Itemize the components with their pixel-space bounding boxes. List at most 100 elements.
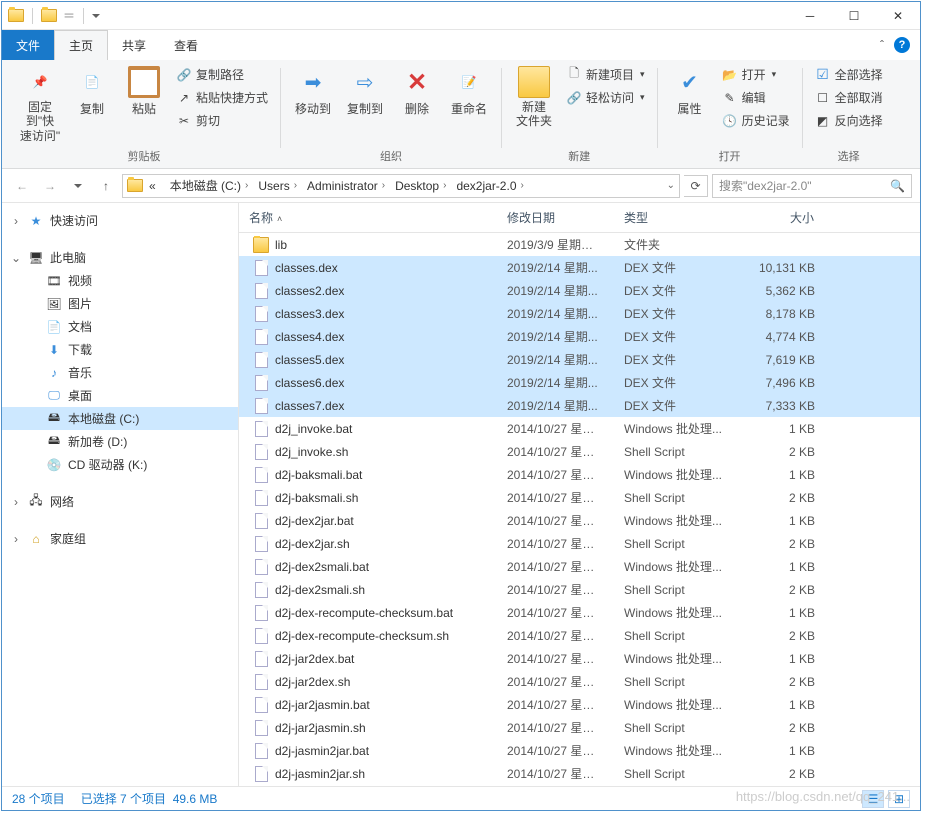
maximize-button[interactable]: ☐ bbox=[832, 2, 876, 30]
properties-button[interactable]: ✔属性 bbox=[666, 64, 714, 119]
file-row[interactable]: d2j_invoke.sh2014/10/27 星期...Shell Scrip… bbox=[239, 440, 920, 463]
rename-button[interactable]: 📝重命名 bbox=[445, 64, 493, 119]
file-row[interactable]: d2j-jar2dex.bat2014/10/27 星期...Windows 批… bbox=[239, 647, 920, 670]
file-row[interactable]: d2j-dex2smali.bat2014/10/27 星期...Windows… bbox=[239, 555, 920, 578]
file-row[interactable]: classes2.dex2019/2/14 星期...DEX 文件5,362 K… bbox=[239, 279, 920, 302]
up-button[interactable]: ↑ bbox=[94, 174, 118, 198]
easy-access-button[interactable]: 🔗轻松访问▾ bbox=[562, 87, 649, 108]
nav-this-pc[interactable]: ⌄🖥此电脑 bbox=[2, 246, 238, 269]
file-row[interactable]: classes7.dex2019/2/14 星期...DEX 文件7,333 K… bbox=[239, 394, 920, 417]
file-row[interactable]: d2j-dex2jar.sh2014/10/27 星期...Shell Scri… bbox=[239, 532, 920, 555]
nav-pictures[interactable]: 🖼图片 bbox=[2, 292, 238, 315]
expand-icon[interactable]: › bbox=[10, 214, 22, 228]
cell-size: 2 KB bbox=[733, 720, 825, 736]
copy-to-button[interactable]: ⇨复制到 bbox=[341, 64, 389, 119]
open-button[interactable]: 📂打开▾ bbox=[718, 64, 794, 85]
crumb-admin[interactable]: Administrator› bbox=[303, 179, 389, 193]
close-button[interactable]: ✕ bbox=[876, 2, 920, 30]
file-row[interactable]: classes6.dex2019/2/14 星期...DEX 文件7,496 K… bbox=[239, 371, 920, 394]
nav-network[interactable]: ›🖧网络 bbox=[2, 490, 238, 513]
delete-button[interactable]: ✕删除 bbox=[393, 64, 441, 119]
search-input[interactable]: 搜索"dex2jar-2.0" 🔍 bbox=[712, 174, 912, 198]
minimize-button[interactable]: ─ bbox=[788, 2, 832, 30]
nav-ddrive[interactable]: 🖴新加卷 (D:) bbox=[2, 430, 238, 453]
file-row[interactable]: d2j-jasmin2jar.bat2014/10/27 星期...Window… bbox=[239, 739, 920, 762]
file-row[interactable]: d2j-jasmin2jar.sh2014/10/27 星期...Shell S… bbox=[239, 762, 920, 785]
pin-button[interactable]: 📌 固定到"快 速访问" bbox=[16, 64, 64, 145]
address-bar[interactable]: « 本地磁盘 (C:)› Users› Administrator› Deskt… bbox=[122, 174, 680, 198]
clipboard-icon bbox=[128, 66, 160, 98]
tab-home[interactable]: 主页 bbox=[54, 30, 108, 60]
select-none-button[interactable]: ☐全部取消 bbox=[811, 87, 887, 108]
nav-quick-access[interactable]: ›★快速访问 bbox=[2, 209, 238, 232]
icons-view-button[interactable]: ⊞ bbox=[888, 790, 910, 808]
forward-button[interactable]: → bbox=[38, 174, 62, 198]
expand-icon[interactable]: ⌄ bbox=[10, 251, 22, 265]
file-row[interactable]: classes.dex2019/2/14 星期...DEX 文件10,131 K… bbox=[239, 256, 920, 279]
expand-icon[interactable]: › bbox=[10, 532, 22, 546]
folder-icon bbox=[253, 237, 269, 253]
invert-selection-button[interactable]: ◩反向选择 bbox=[811, 110, 887, 131]
nav-homegroup[interactable]: ›⌂家庭组 bbox=[2, 527, 238, 550]
file-row[interactable]: d2j-baksmali.sh2014/10/27 星期...Shell Scr… bbox=[239, 486, 920, 509]
col-name[interactable]: 名称˄ bbox=[239, 203, 497, 232]
file-list[interactable]: lib2019/3/9 星期六 ...文件夹classes.dex2019/2/… bbox=[239, 233, 920, 786]
nav-videos[interactable]: 🎞视频 bbox=[2, 269, 238, 292]
file-row[interactable]: classes3.dex2019/2/14 星期...DEX 文件8,178 K… bbox=[239, 302, 920, 325]
file-row[interactable]: d2j-dex-recompute-checksum.sh2014/10/27 … bbox=[239, 624, 920, 647]
history-button[interactable]: 🕓历史记录 bbox=[718, 110, 794, 131]
file-row[interactable]: lib2019/3/9 星期六 ...文件夹 bbox=[239, 233, 920, 256]
col-date[interactable]: 修改日期 bbox=[497, 203, 614, 232]
file-row[interactable]: d2j-jar2jasmin.bat2014/10/27 星期...Window… bbox=[239, 693, 920, 716]
cell-type: Shell Script bbox=[614, 490, 733, 506]
addr-dropdown-icon[interactable]: ⌄ bbox=[667, 180, 675, 191]
nav-cdrive[interactable]: 🖴本地磁盘 (C:) bbox=[2, 407, 238, 430]
edit-button[interactable]: ✎编辑 bbox=[718, 87, 794, 108]
expand-icon[interactable]: › bbox=[10, 495, 22, 509]
collapse-ribbon-icon[interactable]: ˆ bbox=[880, 38, 884, 52]
file-row[interactable]: d2j_invoke.bat2014/10/27 星期...Windows 批处… bbox=[239, 417, 920, 440]
file-row[interactable]: d2j-jar2jasmin.sh2014/10/27 星期...Shell S… bbox=[239, 716, 920, 739]
col-type[interactable]: 类型 bbox=[614, 203, 733, 232]
tab-file[interactable]: 文件 bbox=[2, 30, 54, 60]
paste-shortcut-button[interactable]: ↗粘贴快捷方式 bbox=[172, 87, 272, 108]
nav-downloads[interactable]: ⬇下载 bbox=[2, 338, 238, 361]
copy-path-button[interactable]: 🔗复制路径 bbox=[172, 64, 272, 85]
file-row[interactable]: d2j-dex2smali.sh2014/10/27 星期...Shell Sc… bbox=[239, 578, 920, 601]
crumb-current[interactable]: dex2jar-2.0› bbox=[452, 179, 527, 193]
crumb-prefix[interactable]: « bbox=[145, 179, 164, 193]
cell-date: 2019/2/14 星期... bbox=[497, 373, 614, 392]
tab-share[interactable]: 共享 bbox=[108, 30, 160, 60]
details-view-button[interactable]: ☰ bbox=[862, 790, 884, 808]
nav-pane[interactable]: ›★快速访问 ⌄🖥此电脑 🎞视频 🖼图片 📄文档 ⬇下载 ♪音乐 🖵桌面 🖴本地… bbox=[2, 203, 239, 786]
crumb-users[interactable]: Users› bbox=[254, 179, 301, 193]
file-row[interactable]: classes5.dex2019/2/14 星期...DEX 文件7,619 K… bbox=[239, 348, 920, 371]
file-row[interactable]: d2j-jar2dex.sh2014/10/27 星期...Shell Scri… bbox=[239, 670, 920, 693]
new-folder-button[interactable]: 新建 文件夹 bbox=[510, 64, 558, 131]
help-icon[interactable]: ? bbox=[894, 37, 910, 53]
recent-button[interactable] bbox=[66, 174, 90, 198]
back-button[interactable]: ← bbox=[10, 174, 34, 198]
select-all-button[interactable]: 全部选择 bbox=[811, 64, 887, 85]
cell-size: 5,362 KB bbox=[733, 283, 825, 299]
file-row[interactable]: d2j-dex2jar.bat2014/10/27 星期...Windows 批… bbox=[239, 509, 920, 532]
crumb-root[interactable]: 本地磁盘 (C:)› bbox=[166, 177, 253, 194]
crumb-desktop[interactable]: Desktop› bbox=[391, 179, 450, 193]
col-size[interactable]: 大小 bbox=[733, 203, 825, 232]
move-to-button[interactable]: ➡移动到 bbox=[289, 64, 337, 119]
nav-desktop[interactable]: 🖵桌面 bbox=[2, 384, 238, 407]
file-row[interactable]: d2j-baksmali.bat2014/10/27 星期...Windows … bbox=[239, 463, 920, 486]
cut-button[interactable]: ✂剪切 bbox=[172, 110, 272, 131]
copy-button[interactable]: 📄 复制 bbox=[68, 64, 116, 119]
qat-dropdown-icon[interactable] bbox=[92, 14, 100, 22]
nav-documents[interactable]: 📄文档 bbox=[2, 315, 238, 338]
folder-icon[interactable] bbox=[41, 9, 57, 22]
paste-button[interactable]: 粘贴 bbox=[120, 64, 168, 119]
file-row[interactable]: classes4.dex2019/2/14 星期...DEX 文件4,774 K… bbox=[239, 325, 920, 348]
refresh-button[interactable]: ⟳ bbox=[684, 175, 708, 197]
new-item-button[interactable]: 🗋新建项目▾ bbox=[562, 64, 649, 85]
nav-kdrive[interactable]: 💿CD 驱动器 (K:) bbox=[2, 453, 238, 476]
nav-music[interactable]: ♪音乐 bbox=[2, 361, 238, 384]
tab-view[interactable]: 查看 bbox=[160, 30, 212, 60]
file-row[interactable]: d2j-dex-recompute-checksum.bat2014/10/27… bbox=[239, 601, 920, 624]
